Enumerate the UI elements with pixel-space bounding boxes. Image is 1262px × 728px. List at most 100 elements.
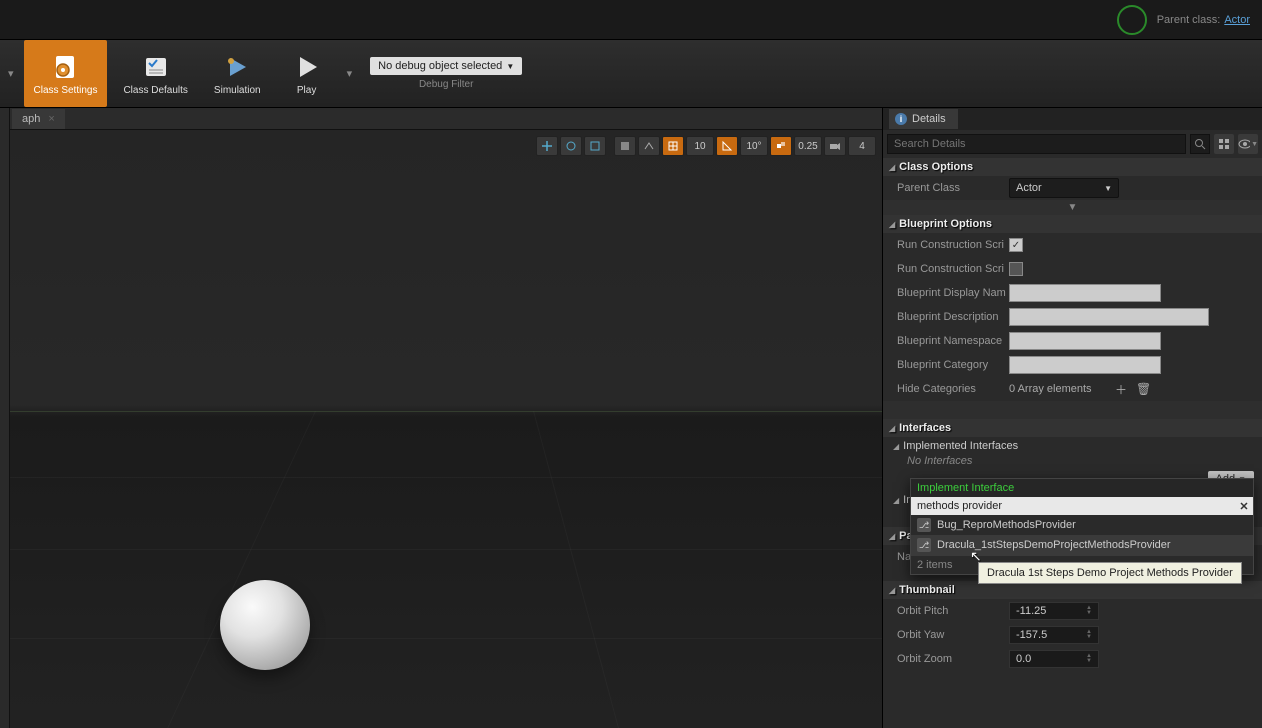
search-icon[interactable] (1190, 134, 1210, 154)
collapse-arrow-icon: ◢ (893, 442, 899, 451)
class-defaults-label: Class Defaults (123, 85, 187, 96)
interface-result-item[interactable]: ⎇ Dracula_1stStepsDemoProjectMethodsProv… (911, 535, 1253, 555)
section-interfaces[interactable]: ◢ Interfaces (883, 419, 1262, 437)
run-construction-checkbox-1[interactable]: ✓ (1009, 238, 1023, 252)
caret-down-icon: ▼ (1251, 141, 1258, 148)
details-tab-label: Details (912, 113, 946, 125)
collapse-arrow-icon: ◢ (889, 532, 895, 541)
details-search-row: ▼ (883, 130, 1262, 158)
class-defaults-button[interactable]: Class Defaults (113, 40, 197, 107)
details-search-input[interactable] (887, 134, 1186, 154)
prop-run-construction-1: Run Construction Scri ✓ (883, 233, 1262, 257)
checklist-icon (140, 51, 172, 83)
viewport-panel: aph × 10 10° (10, 108, 882, 728)
viewport-3d[interactable]: 10 10° 0.25 4 (10, 130, 882, 728)
orbit-yaw-spinner[interactable]: -157.5▲▼ (1009, 626, 1099, 644)
section-class-options[interactable]: ◢ Class Options (883, 158, 1262, 176)
content-area: aph × 10 10° (0, 108, 1262, 728)
debug-filter-group: No debug object selected ▼ Debug Filter (370, 40, 522, 107)
graph-tab-label: aph (22, 113, 40, 125)
bp-category-input[interactable] (1009, 356, 1161, 374)
property-matrix-button[interactable] (1214, 134, 1234, 154)
camera-speed-button[interactable] (824, 136, 846, 156)
prop-parent-class: Parent Class Actor ▼ (883, 176, 1262, 200)
grid-line (10, 549, 882, 550)
main-toolbar: ▾ Class Settings Class Defaults Simulati… (0, 40, 1262, 108)
grid-snap-button[interactable] (662, 136, 684, 156)
scale-mode-button[interactable] (584, 136, 606, 156)
bp-description-input[interactable] (1009, 308, 1209, 326)
prop-bp-description: Blueprint Description (883, 305, 1262, 329)
interface-result-item[interactable]: ⎇ Bug_ReproMethodsProvider (911, 515, 1253, 535)
play-icon (291, 51, 323, 83)
prop-bp-category: Blueprint Category (883, 353, 1262, 377)
popup-search-input[interactable] (911, 497, 1235, 515)
parent-class-label: Parent class: (1157, 14, 1221, 26)
scale-snap-value[interactable]: 0.25 (794, 136, 822, 156)
run-construction-checkbox-2[interactable] (1009, 262, 1023, 276)
class-icon: ⎇ (917, 538, 931, 552)
add-array-element-button[interactable]: ＋ (1112, 381, 1130, 398)
class-settings-label: Class Settings (34, 85, 98, 96)
advanced-expand-button[interactable]: ▼ (883, 200, 1262, 215)
caret-down-icon: ▼ (506, 62, 514, 71)
scale-snap-button[interactable] (770, 136, 792, 156)
clear-array-button[interactable]: 🗑 (1133, 382, 1154, 396)
parent-class-dropdown[interactable]: Actor ▼ (1009, 178, 1119, 198)
prop-orbit-pitch: Orbit Pitch -11.25▲▼ (883, 599, 1262, 623)
collapse-arrow-icon: ◢ (889, 220, 895, 229)
parent-class-link[interactable]: Actor (1224, 14, 1250, 26)
surface-snap-button[interactable] (638, 136, 660, 156)
top-info-bar: Parent class: Actor (0, 0, 1262, 40)
popup-title: Implement Interface (911, 479, 1253, 497)
orbit-zoom-spinner[interactable]: 0.0▲▼ (1009, 650, 1099, 668)
details-tab[interactable]: i Details (889, 109, 958, 129)
left-dock-strip[interactable] (0, 108, 10, 728)
play-label: Play (297, 85, 316, 96)
grid-snap-value[interactable]: 10 (686, 136, 714, 156)
camera-speed-value[interactable]: 4 (848, 136, 876, 156)
view-options-button[interactable]: ▼ (1238, 134, 1258, 154)
horizon-line (10, 411, 882, 412)
translate-mode-button[interactable] (536, 136, 558, 156)
caret-down-icon: ▼ (1104, 184, 1112, 193)
details-tab-row: i Details (883, 108, 1262, 130)
play-dropdown-caret[interactable]: ▾ (343, 40, 357, 107)
grid-line (10, 477, 882, 478)
bp-display-name-input[interactable] (1009, 284, 1161, 302)
close-icon[interactable]: × (48, 113, 54, 125)
orbit-pitch-spinner[interactable]: -11.25▲▼ (1009, 602, 1099, 620)
graph-tab[interactable]: aph × (12, 109, 65, 129)
implemented-interfaces-header[interactable]: ◢ Implemented Interfaces (883, 437, 1262, 455)
angle-snap-value[interactable]: 10° (740, 136, 768, 156)
viewport-toolbar: 10 10° 0.25 4 (536, 136, 876, 156)
gear-doc-icon (49, 51, 81, 83)
grid-line (10, 638, 882, 639)
debug-filter-label: Debug Filter (419, 79, 473, 90)
clear-search-button[interactable]: ✕ (1235, 500, 1253, 513)
bp-namespace-input[interactable] (1009, 332, 1161, 350)
prop-orbit-zoom: Orbit Zoom 0.0▲▼ (883, 647, 1262, 671)
grid-line (167, 411, 316, 728)
prop-orbit-yaw: Orbit Yaw -157.5▲▼ (883, 623, 1262, 647)
details-panel: i Details ▼ ◢ Class Options Parent Class (882, 108, 1262, 728)
toolbar-overflow-left[interactable]: ▾ (4, 40, 18, 107)
play-button[interactable]: Play (277, 40, 337, 107)
prop-run-construction-2: Run Construction Scri (883, 257, 1262, 281)
preview-sphere (220, 580, 310, 670)
popup-search-row: ✕ (911, 497, 1253, 515)
rotate-mode-button[interactable] (560, 136, 582, 156)
coord-space-button[interactable] (614, 136, 636, 156)
viewport-tab-row: aph × (10, 108, 882, 130)
info-icon: i (895, 113, 907, 125)
class-icon: ⎇ (917, 518, 931, 532)
angle-snap-button[interactable] (716, 136, 738, 156)
collapse-arrow-icon: ◢ (889, 586, 895, 595)
simulation-button[interactable]: Simulation (204, 40, 271, 107)
class-settings-button[interactable]: Class Settings (24, 40, 108, 107)
interface-item-label: Bug_ReproMethodsProvider (937, 519, 1076, 531)
section-blueprint-options[interactable]: ◢ Blueprint Options (883, 215, 1262, 233)
array-count-label: 0 Array elements (1009, 383, 1109, 395)
debug-object-combo[interactable]: No debug object selected ▼ (370, 57, 522, 75)
implement-interface-popup: Implement Interface ✕ ⎇ Bug_ReproMethods… (910, 478, 1254, 575)
